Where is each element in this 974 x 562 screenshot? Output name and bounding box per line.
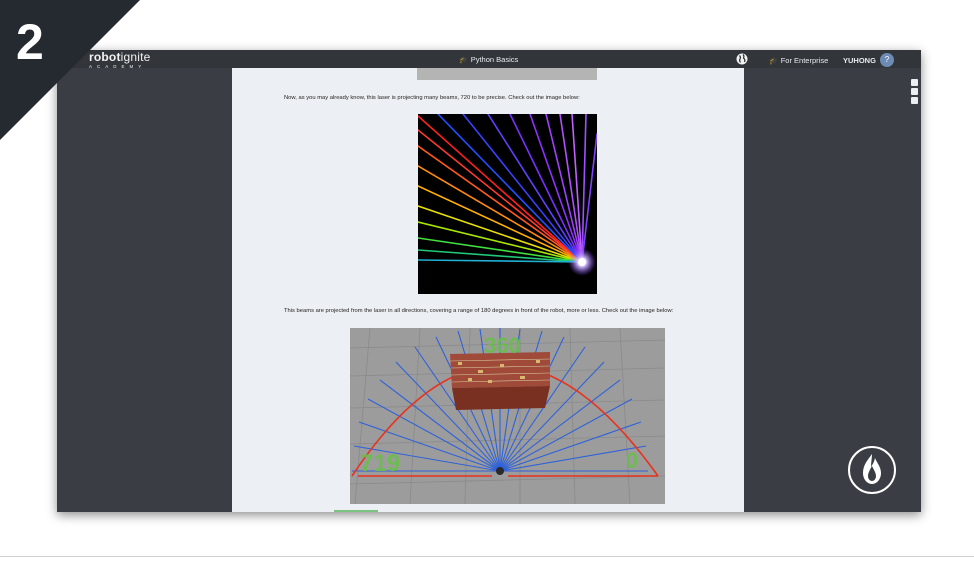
paragraph-laser-beams: Now, as you may already know, this laser… xyxy=(284,95,580,101)
green-progress-strip xyxy=(334,510,378,512)
label-right: 0 xyxy=(626,448,638,473)
course-title: Python Basics xyxy=(470,55,519,64)
brick-wall xyxy=(449,352,551,410)
help-button[interactable]: ? xyxy=(880,53,894,67)
top-navbar: robotignite ACADEMY 🎓 Python Basics 🎓 For … xyxy=(57,50,921,69)
globe-icon[interactable] xyxy=(736,53,748,65)
step-badge: 2 xyxy=(0,0,140,140)
enterprise-label: For Enterprise xyxy=(780,56,829,65)
flame-logo-button[interactable] xyxy=(848,446,896,494)
step-number: 2 xyxy=(16,14,44,70)
minimize-panel-icon[interactable] xyxy=(911,88,918,95)
paragraph-laser-range: This beams are projected from the laser … xyxy=(284,308,674,314)
notebook-content: Now, as you may already know, this laser… xyxy=(232,68,744,512)
for-enterprise-link[interactable]: 🎓 For Enterprise xyxy=(769,56,828,65)
username-menu[interactable]: YUHONG xyxy=(843,56,876,65)
label-left: 719 xyxy=(360,450,400,477)
graduation-cap-icon: 🎓 xyxy=(459,57,468,64)
laser-beams-image xyxy=(418,114,597,294)
refresh-panel-icon[interactable] xyxy=(911,97,918,104)
graduation-cap-icon: 🎓 xyxy=(769,58,778,65)
flame-icon xyxy=(863,454,881,484)
previous-image-bottom xyxy=(417,68,597,80)
page-bottom-divider xyxy=(0,556,974,557)
browser-window: robotignite ACADEMY 🎓 Python Basics 🎓 For … xyxy=(57,50,921,512)
expand-panel-icon[interactable] xyxy=(911,79,918,86)
course-title-link[interactable]: 🎓 Python Basics xyxy=(459,55,518,64)
laser-range-diagram: 360 719 0 xyxy=(350,328,665,504)
label-center: 360 xyxy=(484,333,521,358)
